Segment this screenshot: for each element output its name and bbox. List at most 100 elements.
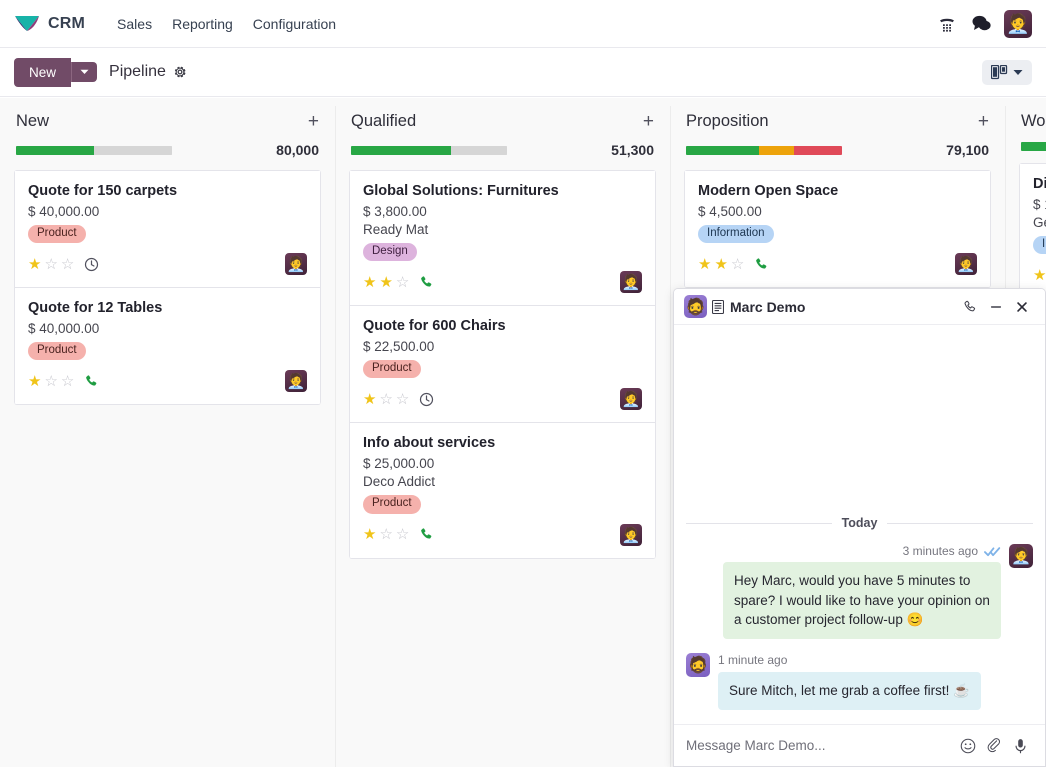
kanban-card-footer: ★★ ☆ 🧑‍💼 (698, 252, 977, 276)
kanban-card-footer: ★☆☆🧑‍💼 (363, 523, 642, 547)
phone-icon[interactable] (419, 275, 434, 290)
progress-segment[interactable] (759, 146, 793, 155)
priority-stars: ★★ ☆ (363, 275, 409, 290)
nav-menu-sales[interactable]: Sales (107, 10, 162, 38)
kanban-column-title: Wo (1021, 112, 1045, 131)
user-avatar[interactable]: 🧑‍💼 (1004, 10, 1032, 38)
gear-icon[interactable] (173, 65, 187, 79)
priority-star[interactable]: ★ (28, 374, 41, 389)
kanban-card[interactable]: Quote for 150 carpets$ 40,000.00Product★… (14, 170, 321, 287)
microphone-icon[interactable] (1007, 733, 1033, 759)
priority-star[interactable]: ★ (379, 275, 392, 290)
priority-star[interactable]: ☆ (44, 257, 57, 272)
nav-menu-reporting[interactable]: Reporting (162, 10, 243, 38)
kanban-card[interactable]: Di$ 1GeI★☆☆ (1019, 163, 1046, 298)
progress-segment[interactable] (16, 146, 94, 155)
chat-message-input[interactable] (686, 738, 955, 753)
progress-segment[interactable] (94, 146, 172, 155)
kanban-card[interactable]: Quote for 600 Chairs$ 22,500.00Product★☆… (349, 305, 656, 422)
kanban-card-title: Di (1033, 176, 1046, 192)
priority-star[interactable]: ☆ (396, 392, 409, 407)
priority-star[interactable]: ☆ (61, 257, 74, 272)
kanban-card-title: Info about services (363, 435, 642, 451)
priority-star[interactable]: ★ (698, 257, 711, 272)
kanban-column-add-button[interactable]: + (978, 112, 989, 131)
chat-composer (674, 724, 1045, 766)
kanban-card-footer: ★☆☆ (1033, 263, 1046, 287)
priority-star[interactable]: ★ (28, 257, 41, 272)
priority-star[interactable]: ☆ (396, 527, 409, 542)
progress-segment[interactable] (794, 146, 842, 155)
priority-star[interactable]: ☆ (61, 374, 74, 389)
priority-star[interactable]: ★ (363, 275, 376, 290)
progress-segment[interactable] (1021, 142, 1046, 151)
phone-dialpad-icon[interactable] (932, 9, 962, 39)
clock-icon[interactable] (419, 392, 434, 407)
priority-star[interactable]: ★ (363, 392, 376, 407)
kanban-card-partner: Ge (1033, 215, 1046, 230)
kanban-card-tag[interactable]: Product (28, 342, 86, 360)
chat-message-list[interactable]: Today 3 minutes ago Hey Marc, wo (674, 325, 1045, 724)
kanban-card-tag[interactable]: Design (363, 243, 417, 261)
kanban-card-avatar[interactable]: 🧑‍💼 (285, 370, 307, 392)
progress-bar (351, 146, 507, 155)
kanban-card-avatar[interactable]: 🧑‍💼 (620, 388, 642, 410)
kanban-card-avatar[interactable]: 🧑‍💼 (620, 524, 642, 546)
kanban-column-title: New (16, 112, 49, 131)
kanban-card-tag[interactable]: Information (698, 225, 774, 243)
kanban-card[interactable]: Quote for 12 Tables$ 40,000.00Product★☆☆… (14, 287, 321, 404)
phone-icon[interactable] (754, 257, 769, 272)
kanban-column-title: Qualified (351, 112, 416, 131)
messaging-icon[interactable] (966, 9, 996, 39)
kanban-card-tag[interactable]: Product (28, 225, 86, 243)
view-switcher[interactable] (982, 60, 1032, 85)
priority-star[interactable]: ★ (363, 527, 376, 542)
priority-star[interactable]: ☆ (379, 527, 392, 542)
attachment-icon[interactable] (981, 733, 1007, 759)
progress-bar (686, 146, 842, 155)
breadcrumb: Pipeline (109, 63, 166, 81)
phone-icon[interactable] (84, 374, 99, 389)
priority-star[interactable]: ☆ (396, 275, 409, 290)
priority-star[interactable]: ☆ (44, 374, 57, 389)
kanban-card[interactable]: Info about services$ 25,000.00Deco Addic… (349, 422, 656, 557)
kanban-card-avatar[interactable]: 🧑‍💼 (285, 253, 307, 275)
kanban-column-add-button[interactable]: + (308, 112, 319, 131)
nav-menu-configuration[interactable]: Configuration (243, 10, 346, 38)
chat-minimize-button[interactable] (983, 294, 1009, 320)
avatar-emoji: 🧔 (688, 655, 708, 675)
new-record-button[interactable]: New (14, 58, 71, 87)
kanban-column-title: Proposition (686, 112, 769, 131)
clock-icon[interactable] (84, 257, 99, 272)
chat-avatar-emoji: 🧔 (686, 297, 706, 317)
chat-call-button[interactable] (957, 294, 983, 320)
priority-stars: ★☆☆ (28, 257, 74, 272)
kanban-card-tag[interactable]: Product (363, 495, 421, 513)
progress-segment[interactable] (451, 146, 507, 155)
kanban-column-add-button[interactable]: + (643, 112, 654, 131)
kanban-card[interactable]: Global Solutions: Furnitures$ 3,800.00Re… (349, 170, 656, 305)
avatar-emoji: 🧑‍💼 (1006, 12, 1030, 36)
kanban-card-title: Modern Open Space (698, 183, 977, 199)
kanban-card[interactable]: Modern Open Space$ 4,500.00Information★★… (684, 170, 991, 287)
priority-star[interactable]: ★ (1033, 268, 1046, 283)
new-record-dropdown-caret[interactable] (71, 62, 97, 82)
kanban-card-avatar[interactable]: 🧑‍💼 (955, 253, 977, 275)
priority-star[interactable]: ☆ (379, 392, 392, 407)
kanban-card-tag[interactable]: I (1033, 236, 1046, 254)
emoji-icon[interactable] (955, 733, 981, 759)
kanban-card-tag[interactable]: Product (363, 360, 421, 378)
kanban-card-avatar[interactable]: 🧑‍💼 (620, 271, 642, 293)
phone-icon[interactable] (419, 527, 434, 542)
progress-segment[interactable] (351, 146, 451, 155)
kanban-column-amount: 80,000 (276, 142, 319, 158)
chat-message-outgoing: 3 minutes ago Hey Marc, would you have 5… (686, 544, 1033, 639)
kanban-card-stack: Modern Open Space$ 4,500.00Information★★… (684, 170, 991, 288)
priority-star[interactable]: ☆ (731, 257, 744, 272)
progress-segment[interactable] (686, 146, 759, 155)
chat-bubble-outgoing: Hey Marc, would you have 5 minutes to sp… (723, 562, 1001, 639)
chat-close-button[interactable] (1009, 294, 1035, 320)
priority-star[interactable]: ★ (714, 257, 727, 272)
kanban-card-footer: ★☆☆🧑‍💼 (28, 252, 307, 276)
kanban-column: New+80,000Quote for 150 carpets$ 40,000.… (0, 98, 335, 405)
